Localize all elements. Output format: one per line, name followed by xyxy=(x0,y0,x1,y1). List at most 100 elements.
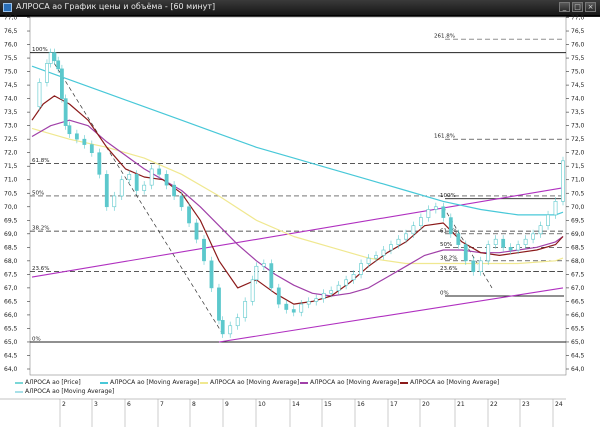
y-tick-label-left: 70,0 xyxy=(4,204,18,211)
price-candle xyxy=(119,179,124,197)
price-candle xyxy=(74,133,79,140)
y-tick-label-left: 66,5 xyxy=(4,298,18,305)
price-chart[interactable]: 77,0 77,0 76,5 76,5 76,0 76,0 75,5 75,5 75,0 75,0… xyxy=(0,0,600,427)
y-tick-label: 69,0 xyxy=(571,231,585,238)
price-candle xyxy=(538,225,543,235)
price-candle xyxy=(243,301,248,318)
price-candle xyxy=(82,138,87,145)
x-tick-label: 2 xyxy=(62,401,66,408)
y-tick-label-left: 67,5 xyxy=(4,271,18,278)
price-candle xyxy=(531,233,535,240)
price-candle xyxy=(299,303,304,313)
x-tick-label: 15 xyxy=(324,401,332,408)
price-candle xyxy=(134,174,139,191)
fib-left-label: 50% xyxy=(32,190,44,196)
y-tick-label: 76,0 xyxy=(571,42,585,49)
ma-cyan-line xyxy=(31,65,564,216)
y-tick-label-left: 70,5 xyxy=(4,190,18,197)
y-tick-label: 72,5 xyxy=(571,136,585,143)
y-tick-label-left: 72,0 xyxy=(4,150,18,157)
price-candle xyxy=(63,98,68,126)
x-tick-label: 16 xyxy=(357,401,365,408)
price-candle xyxy=(486,244,491,262)
y-tick-label: 70,5 xyxy=(571,190,585,197)
price-candle xyxy=(235,317,240,327)
y-tick-label: 73,0 xyxy=(571,123,585,130)
price-candle xyxy=(276,287,281,305)
price-candle xyxy=(389,244,393,251)
price-candle xyxy=(291,309,296,313)
price-candle xyxy=(561,160,565,202)
price-candle xyxy=(433,206,438,210)
y-tick-label: 74,5 xyxy=(571,82,585,89)
y-tick-label-left: 72,5 xyxy=(4,136,18,143)
price-candle xyxy=(52,52,57,62)
price-candle xyxy=(48,52,53,64)
y-tick-label: 73,5 xyxy=(571,109,585,116)
price-candle xyxy=(441,206,446,218)
y-tick-label: 69,5 xyxy=(571,217,585,224)
y-tick-label-left: 73,5 xyxy=(4,109,18,116)
price-candle xyxy=(523,238,528,245)
price-candle xyxy=(254,265,259,281)
fib-right-label: 0% xyxy=(440,290,449,296)
price-candle xyxy=(463,244,468,262)
y-tick-label-left: 68,0 xyxy=(4,258,18,265)
price-candle xyxy=(546,214,550,226)
y-tick-label: 71,0 xyxy=(571,177,585,184)
fib-right-label: 50% xyxy=(440,242,452,248)
x-tick-label: 21 xyxy=(457,401,465,408)
fib-right-label: 261.8% xyxy=(434,34,455,40)
price-candle xyxy=(45,63,49,83)
y-tick-label-left: 71,0 xyxy=(4,177,18,184)
price-candle xyxy=(359,263,363,275)
y-tick-label-left: 64,5 xyxy=(4,352,18,359)
x-tick-label: 22 xyxy=(490,401,498,408)
x-tick-label: 7 xyxy=(160,401,164,408)
y-tick-label: 68,0 xyxy=(571,258,585,265)
x-tick-label: 24 xyxy=(555,401,563,408)
y-tick-label: 67,0 xyxy=(571,285,585,292)
x-tick-label: 17 xyxy=(390,401,398,408)
price-candle xyxy=(448,217,453,235)
x-tick-label: 14 xyxy=(292,401,300,408)
price-candle xyxy=(471,260,476,272)
price-candle xyxy=(97,152,102,175)
price-candle xyxy=(419,217,423,226)
x-tick-label: 10 xyxy=(258,401,266,408)
x-tick-label: 3 xyxy=(94,401,98,408)
y-tick-label-left: 64,0 xyxy=(4,366,18,373)
y-tick-label: 75,0 xyxy=(571,69,585,76)
y-tick-label-left: 66,0 xyxy=(4,312,18,319)
y-tick-label-left: 73,0 xyxy=(4,123,18,130)
price-candle xyxy=(220,320,225,335)
price-candle xyxy=(321,292,326,299)
channel-lower-line xyxy=(218,287,564,343)
fib-left-label: 61.8% xyxy=(32,158,49,164)
y-tick-label: 70,0 xyxy=(571,204,585,211)
y-tick-label-left: 68,5 xyxy=(4,244,18,251)
price-candle xyxy=(164,174,169,186)
price-candle xyxy=(89,144,94,153)
y-tick-label: 71,5 xyxy=(571,163,585,170)
price-candle xyxy=(179,195,184,208)
price-candle xyxy=(306,301,311,305)
y-tick-label-left: 65,5 xyxy=(4,325,18,332)
price-candle xyxy=(56,60,61,70)
price-candle xyxy=(366,257,371,264)
price-candle xyxy=(314,298,319,302)
price-candle xyxy=(67,125,72,135)
price-candle xyxy=(344,279,349,286)
fib-right-label: 100% xyxy=(440,193,456,199)
y-tick-label: 64,0 xyxy=(571,366,585,373)
price-candle xyxy=(37,82,42,108)
fib-left-label: 0% xyxy=(32,336,41,342)
y-tick-label: 72,0 xyxy=(571,150,585,157)
chart-window: АЛРОСА ао График цены и объёма - [60 мин… xyxy=(0,0,600,427)
y-tick-label-left: 71,5 xyxy=(4,163,18,170)
price-candle xyxy=(508,247,513,251)
y-tick-label: 66,0 xyxy=(571,312,585,319)
y-tick-label-left: 75,0 xyxy=(4,69,18,76)
y-tick-label: 75,5 xyxy=(571,55,585,62)
x-tick-label: 20 xyxy=(422,401,430,408)
